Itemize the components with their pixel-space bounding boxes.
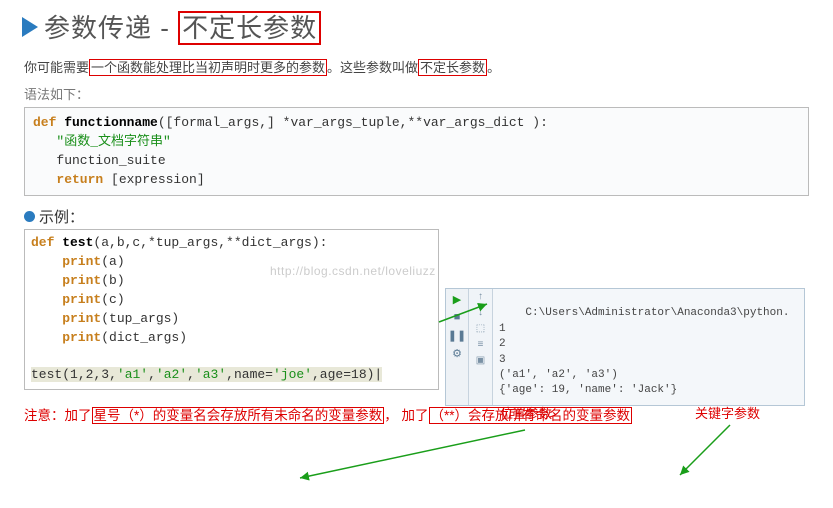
output-toolbar: ▶ ■ ❚❚ ⚙ xyxy=(446,289,469,405)
out-3: 3 xyxy=(499,354,506,366)
arrow-key-down xyxy=(640,423,760,483)
intro-highlight-2: 不定长参数 xyxy=(418,59,487,76)
watermark: http://blog.csdn.net/loveliuzz xyxy=(270,264,436,278)
note-c: ， 加了 xyxy=(384,408,428,423)
keyword-args-label: 关键字参数 xyxy=(695,403,760,422)
ret-expr: [expression] xyxy=(103,172,204,187)
bullet-icon xyxy=(24,211,35,222)
out-path: C:\Users\Administrator\Anaconda3\python. xyxy=(525,307,789,319)
c2-p5: print xyxy=(31,330,101,345)
fn-name: functionname xyxy=(56,115,157,130)
run-icon[interactable]: ▶ xyxy=(448,292,466,308)
gutter-icon: ▣ xyxy=(476,355,485,369)
intro-highlight-1: 一个函数能处理比当初声明时更多的参数 xyxy=(89,59,327,76)
note-a: 注意：加了 xyxy=(24,408,92,423)
out-4: ('a1', 'a2', 'a3') xyxy=(499,369,618,381)
intro-paragraph: 你可能需要一个函数能处理比当初声明时更多的参数。这些参数叫做不定长参数。 xyxy=(24,57,809,76)
out-5: {'age': 19, 'name': 'Jack'} xyxy=(499,384,677,396)
pause-icon[interactable]: ❚❚ xyxy=(448,328,466,344)
position-args-label: 位置参数 xyxy=(500,403,552,422)
arrow-pos-down xyxy=(250,428,550,488)
intro-t3: 。 xyxy=(487,60,500,75)
kw-def: def xyxy=(33,115,56,130)
title-boxed: 不定长参数 xyxy=(178,11,321,45)
example-label: 示例： xyxy=(24,206,809,227)
gutter-icon: ↑ xyxy=(477,291,483,305)
c2-p4b: (tup_args) xyxy=(101,311,179,326)
c2-p2b: (b) xyxy=(101,273,124,288)
c2-p1: print xyxy=(31,254,101,269)
gutter-icon: ↓ xyxy=(477,307,483,321)
intro-t1: 你可能需要 xyxy=(24,60,89,75)
c2-p3: print xyxy=(31,292,101,307)
kw-return: return xyxy=(33,172,103,187)
gutter-icon: ≡ xyxy=(477,339,483,353)
page-title-row: 参数传递 - 不定长参数 xyxy=(22,8,833,45)
c2-p1b: (a) xyxy=(101,254,124,269)
title-prefix: 参数传递 - xyxy=(44,13,178,43)
syntax-label: 语法如下： xyxy=(24,84,809,103)
gutter-icon: ⬚ xyxy=(476,323,485,337)
example-text: 示例： xyxy=(39,206,84,227)
c2-call: test(1,2,3,'a1','a2','a3',name='joe',age… xyxy=(31,367,382,382)
suite: function_suite xyxy=(33,153,166,168)
syntax-code-block: def functionname([formal_args,] *var_arg… xyxy=(24,107,809,196)
settings-icon[interactable]: ⚙ xyxy=(448,346,466,362)
note-row: 注意：加了星号（*）的变量名会存放所有未命名的变量参数， 加了（**）会存放所有… xyxy=(24,404,809,424)
sig: ([formal_args,] *var_args_tuple,**var_ar… xyxy=(158,115,548,130)
out-2: 2 xyxy=(499,338,506,350)
out-1: 1 xyxy=(499,323,506,335)
c2-p4: print xyxy=(31,311,101,326)
docstring: "函数_文档字符串" xyxy=(33,134,171,149)
intro-t2: 。这些参数叫做 xyxy=(327,60,418,75)
c2-p3b: (c) xyxy=(101,292,124,307)
example-code-block: def test(a,b,c,*tup_args,**dict_args): p… xyxy=(24,229,439,390)
triangle-icon xyxy=(22,17,38,37)
c2-sig: (a,b,c,*tup_args,**dict_args): xyxy=(93,235,327,250)
output-panel: ▶ ■ ❚❚ ⚙ ↑ ↓ ⬚ ≡ ▣ C:\Users\Administrato… xyxy=(445,288,805,406)
output-body: ↑ ↓ ⬚ ≡ ▣ C:\Users\Administrator\Anacond… xyxy=(469,289,804,405)
page-title: 参数传递 - 不定长参数 xyxy=(44,8,321,45)
output-gutter: ↑ ↓ ⬚ ≡ ▣ xyxy=(469,289,493,405)
c2-p5b: (dict_args) xyxy=(101,330,187,345)
c2-def: def xyxy=(31,235,54,250)
stop-icon[interactable]: ■ xyxy=(448,310,466,326)
c2-p2: print xyxy=(31,273,101,288)
note-box-1: 星号（*）的变量名会存放所有未命名的变量参数 xyxy=(92,407,385,424)
c2-fn: test xyxy=(54,235,93,250)
